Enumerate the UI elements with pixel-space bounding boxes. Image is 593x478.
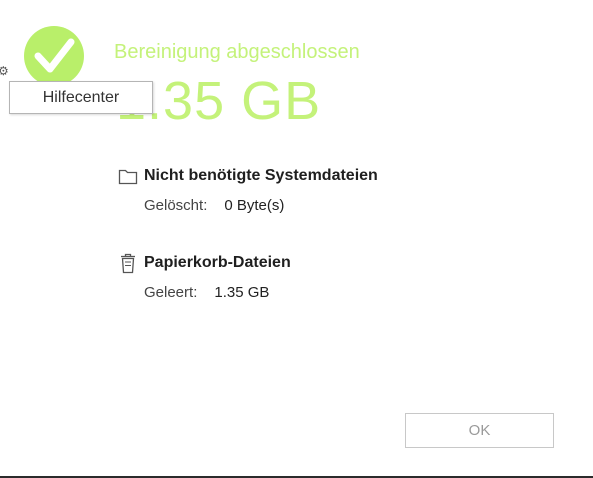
section-title: Nicht benötigte Systemdateien bbox=[144, 167, 378, 184]
page-title: Bereinigung abgeschlossen bbox=[114, 41, 360, 63]
checkmark-icon bbox=[24, 26, 84, 86]
system-files-section: Nicht benötigte Systemdateien Gelöscht: 0… bbox=[118, 165, 378, 214]
detail-value: 0 Byte(s) bbox=[224, 197, 285, 214]
help-center-tooltip: Hilfecenter bbox=[9, 81, 153, 114]
window-edge bbox=[585, 0, 593, 478]
ok-button[interactable]: OK bbox=[405, 413, 554, 448]
recycle-bin-header: Papierkorb-Dateien bbox=[118, 252, 291, 274]
section-title: Papierkorb-Dateien bbox=[144, 254, 291, 271]
detail-label: Geleert: bbox=[144, 284, 198, 301]
section-detail: Gelöscht: 0 Byte(s) bbox=[144, 197, 378, 214]
trash-icon bbox=[121, 253, 135, 274]
section-detail: Geleert: 1.35 GB bbox=[144, 284, 291, 301]
cleanup-result-dialog: ⚙ Bereinigung abgeschlossen 1.35 GB Hilf… bbox=[0, 0, 593, 478]
detail-value: 1.35 GB bbox=[214, 284, 270, 301]
gear-icon[interactable]: ⚙ bbox=[0, 64, 9, 78]
recycle-bin-section: Papierkorb-Dateien Geleert: 1.35 GB bbox=[118, 252, 291, 301]
system-files-header: Nicht benötigte Systemdateien bbox=[118, 165, 378, 187]
folder-icon bbox=[118, 169, 138, 185]
detail-label: Gelöscht: bbox=[144, 197, 208, 214]
